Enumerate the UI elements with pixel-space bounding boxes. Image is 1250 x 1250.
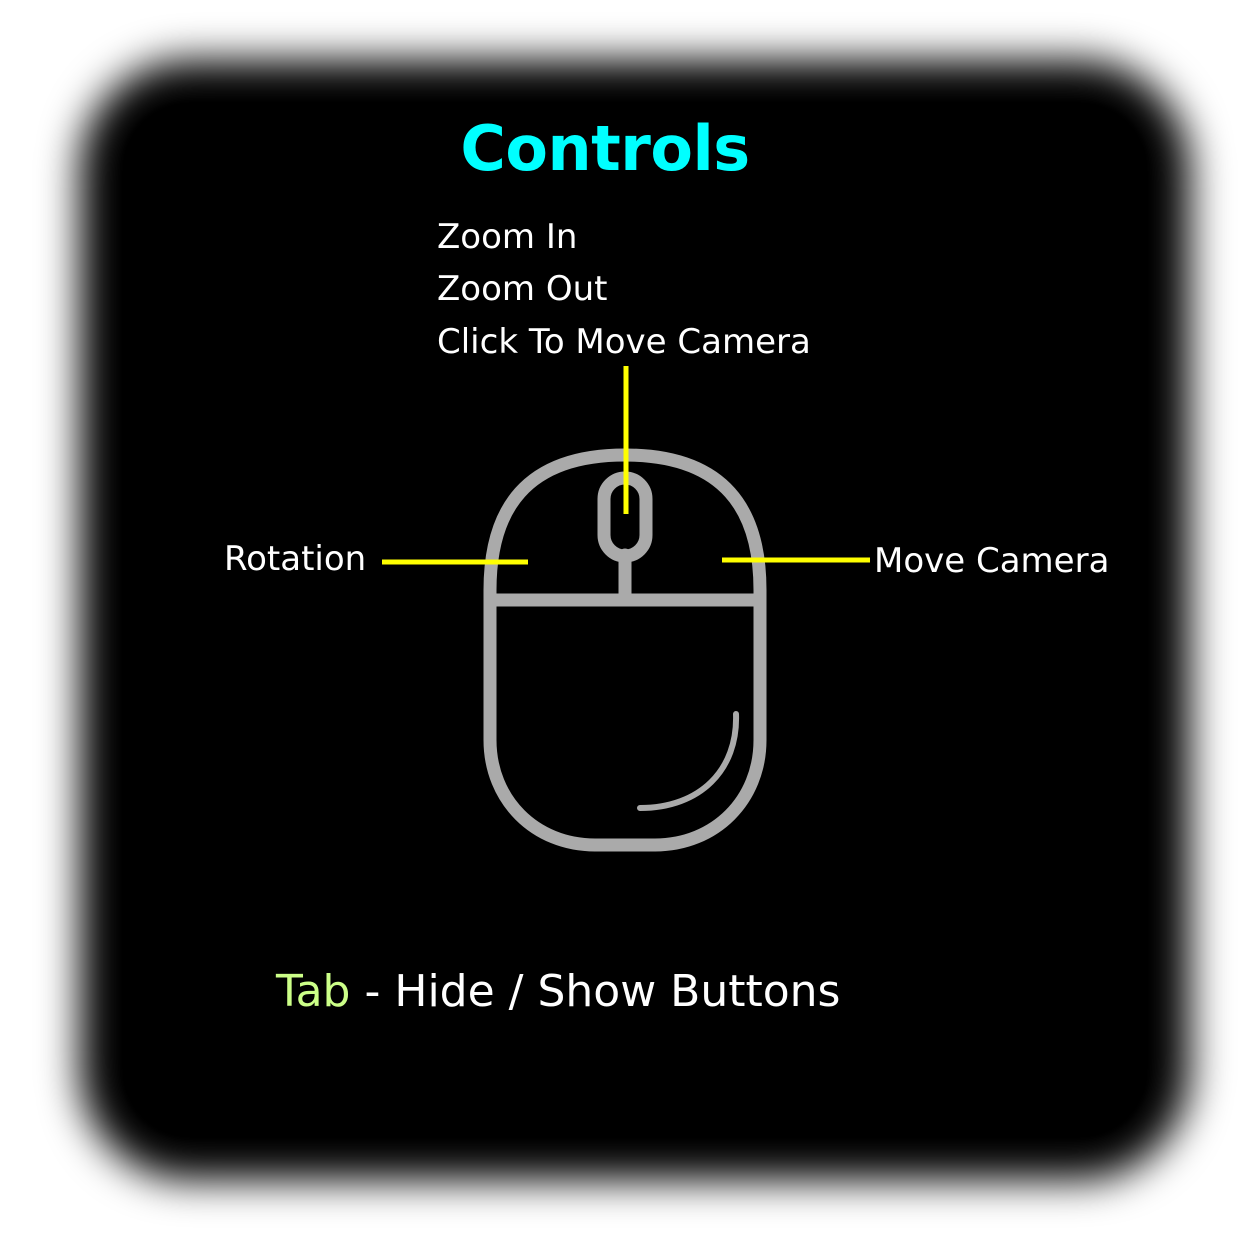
tab-key: Tab [276,966,351,1017]
tab-hint: Tab - Hide / Show Buttons [276,970,840,1014]
zoom-out-label: Zoom Out [437,269,608,309]
click-to-move-camera-label: Click To Move Camera [437,322,811,362]
controls-title: Controls [460,112,750,185]
tab-hint-separator: - [350,966,395,1017]
zoom-in-label: Zoom In [437,217,578,257]
controls-screen: Controls Zoom In Zoom Out Click To Move … [0,0,1250,1250]
move-camera-label: Move Camera [874,541,1110,581]
tab-hint-action: Hide / Show Buttons [394,966,841,1017]
rotation-label: Rotation [224,539,367,579]
